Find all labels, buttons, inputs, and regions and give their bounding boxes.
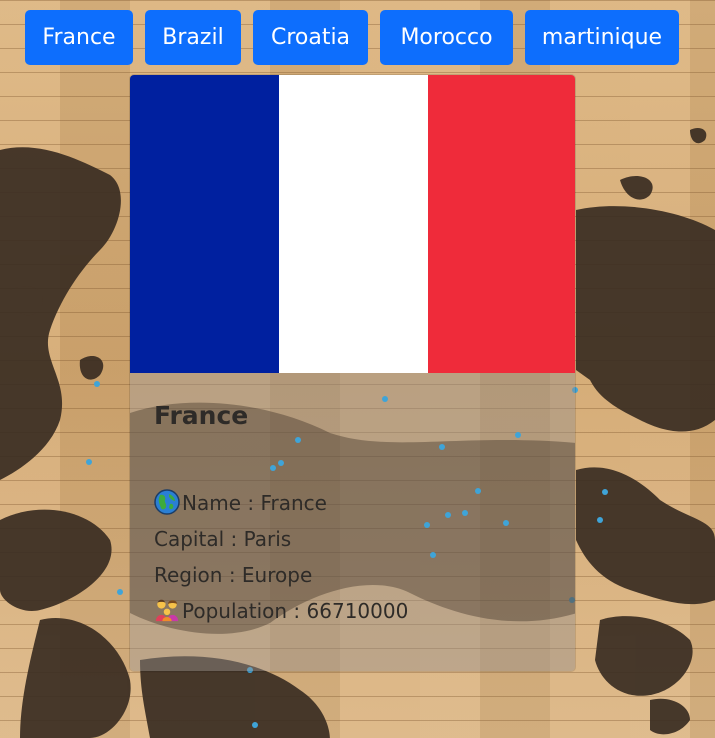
- info-name-label: Name :: [182, 491, 261, 515]
- country-button-bar: France Brazil Croatia Morocco martinique: [0, 0, 715, 74]
- info-region-label: Region :: [154, 563, 242, 587]
- info-name-value: France: [260, 491, 327, 515]
- country-info-list: Name : France Capital : Paris Region : E…: [154, 485, 553, 629]
- country-button-france[interactable]: France: [25, 10, 133, 65]
- info-capital-value: Paris: [243, 527, 292, 551]
- globe-americas-icon: [154, 489, 180, 515]
- country-button-morocco[interactable]: Morocco: [380, 10, 513, 65]
- flag-stripe-red: [428, 75, 575, 373]
- flag-stripe-white: [279, 75, 428, 373]
- country-title: France: [154, 401, 249, 430]
- country-button-brazil[interactable]: Brazil: [145, 10, 241, 65]
- info-name: Name : France: [154, 485, 553, 521]
- info-capital-label: Capital :: [154, 527, 244, 551]
- info-region: Region : Europe: [154, 557, 553, 593]
- info-capital: Capital : Paris: [154, 521, 553, 557]
- family-icon: [155, 599, 179, 622]
- country-card-body: France Name : France Capital : Paris Reg…: [130, 373, 575, 671]
- country-button-croatia[interactable]: Croatia: [253, 10, 368, 65]
- flag-stripe-blue: [130, 75, 279, 373]
- country-flag: [130, 75, 575, 373]
- info-population-label: Population :: [182, 599, 307, 623]
- info-population: Population : 66710000: [154, 593, 553, 629]
- country-button-martinique[interactable]: martinique: [525, 10, 679, 65]
- info-population-value: 66710000: [306, 599, 409, 623]
- country-card: France Name : France Capital : Paris Reg…: [129, 74, 576, 672]
- info-region-value: Europe: [241, 563, 313, 587]
